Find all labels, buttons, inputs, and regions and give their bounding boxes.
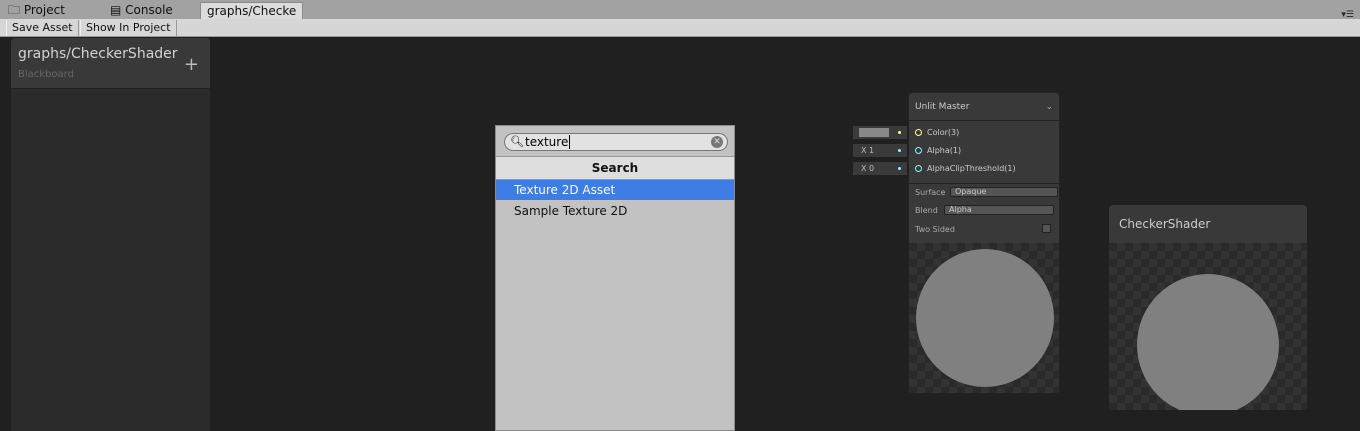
color-swatch[interactable] bbox=[859, 128, 889, 137]
alpha-input-field[interactable]: X 1 bbox=[853, 144, 907, 157]
port-alpha[interactable]: Alpha(1) bbox=[915, 146, 961, 155]
console-icon: ▤ bbox=[110, 3, 122, 17]
port-dot bbox=[898, 167, 901, 170]
alpha-clip-input-field[interactable]: X 0 bbox=[853, 162, 907, 175]
port-dot bbox=[898, 149, 901, 152]
two-sided-label: Two Sided bbox=[915, 225, 955, 234]
node-search-window: 🔍︎ texture ✕ Search Texture 2D Asset Sam… bbox=[495, 125, 735, 431]
save-asset-button[interactable]: Save Asset bbox=[6, 20, 79, 36]
search-input[interactable]: 🔍︎ texture ✕ bbox=[504, 133, 728, 151]
show-in-project-button[interactable]: Show In Project bbox=[80, 20, 177, 36]
port-dot bbox=[898, 131, 901, 134]
add-property-button[interactable]: + bbox=[184, 54, 199, 75]
main-preview[interactable] bbox=[1109, 243, 1307, 410]
blackboard-panel: graphs/CheckerShader Blackboard + bbox=[11, 38, 210, 431]
blend-dropdown[interactable]: Alpha bbox=[944, 205, 1054, 215]
tab-console[interactable]: ▤ Console bbox=[110, 2, 173, 19]
blend-label: Blend bbox=[915, 206, 938, 215]
tab-shader-graph[interactable]: graphs/Checke bbox=[200, 2, 304, 19]
blackboard-subtitle: Blackboard bbox=[18, 69, 74, 80]
master-preview bbox=[909, 243, 1059, 393]
divider bbox=[909, 183, 1059, 184]
unlit-master-node[interactable]: Unlit Master ⌄ Color(3) Alpha(1) AlphaCli… bbox=[908, 92, 1060, 394]
port-alpha-clip[interactable]: AlphaClipThreshold(1) bbox=[915, 164, 1016, 173]
blackboard-title: graphs/CheckerShader bbox=[18, 46, 178, 62]
surface-label: Surface bbox=[915, 188, 946, 197]
preview-title: CheckerShader bbox=[1119, 217, 1211, 231]
search-result-item[interactable]: Sample Texture 2D bbox=[496, 201, 734, 221]
clear-search-icon[interactable]: ✕ bbox=[711, 136, 723, 148]
folder-icon: 🗀 bbox=[8, 3, 21, 17]
surface-dropdown[interactable]: Opaque bbox=[950, 187, 1058, 197]
toolbar: Save Asset Show In Project bbox=[0, 19, 1360, 37]
tab-bar: 🗀 Project ▤ Console graphs/Checke ▾☰ bbox=[0, 0, 1360, 20]
search-result-item[interactable]: Texture 2D Asset bbox=[496, 180, 734, 200]
color-input-field[interactable] bbox=[853, 126, 907, 139]
port-color[interactable]: Color(3) bbox=[915, 128, 959, 137]
preview-sphere bbox=[1137, 274, 1279, 410]
tab-project[interactable]: 🗀 Project bbox=[8, 2, 65, 19]
preview-sphere bbox=[916, 249, 1054, 387]
search-header: Search bbox=[496, 156, 734, 180]
search-icon: 🔍︎ bbox=[510, 135, 524, 148]
chevron-down-icon[interactable]: ⌄ bbox=[1045, 93, 1053, 121]
node-title: Unlit Master bbox=[915, 102, 970, 112]
main-preview-panel[interactable]: CheckerShader bbox=[1109, 205, 1307, 410]
two-sided-checkbox[interactable] bbox=[1042, 224, 1051, 233]
